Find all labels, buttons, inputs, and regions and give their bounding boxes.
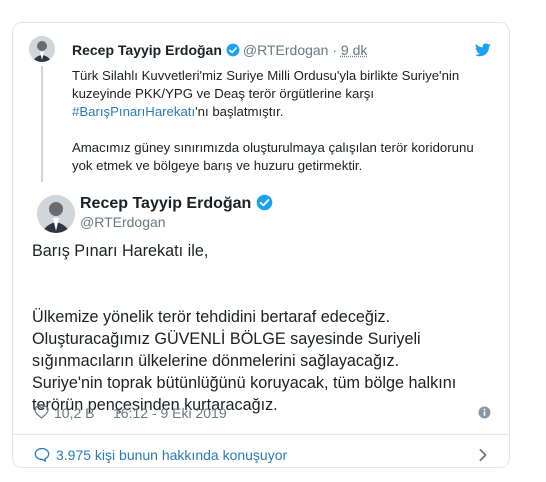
conversation-link[interactable]: 3.975 kişi bunun hakkında konuşuyor xyxy=(34,446,494,464)
quoted-header: Recep Tayyip Erdoğan @RTErdogan · 9 dk xyxy=(72,42,367,58)
author-name[interactable]: Recep Tayyip Erdoğan xyxy=(80,194,273,213)
quoted-text-segment: 'nı başlatmıştır. xyxy=(195,104,284,119)
tweet-line: Suriye'nin toprak bütünlüğünü koruyacak,… xyxy=(32,374,457,392)
quoted-time[interactable]: 9 dk xyxy=(341,42,367,58)
hashtag-link[interactable]: #BarışPınarıHarekatı xyxy=(72,104,195,119)
author-handle[interactable]: @RTErdogan xyxy=(80,214,166,230)
tweet-line: sığınmacıların ülkelerine dönmelerini sa… xyxy=(32,352,400,370)
quoted-tweet[interactable]: Recep Tayyip Erdoğan @RTErdogan · 9 dk Tü… xyxy=(29,32,499,182)
tweet-line: Oluşturacağımız GÜVENLİ BÖLGE sayesinde … xyxy=(32,330,421,348)
heart-icon[interactable] xyxy=(34,405,49,419)
tweet-line: Barış Pınarı Harekatı ile, xyxy=(32,242,209,260)
quoted-body: Türk Silahlı Kuvvetleri'miz Suriye Milli… xyxy=(72,67,492,193)
twitter-bird-icon[interactable] xyxy=(475,43,491,57)
quoted-handle[interactable]: @RTErdogan xyxy=(243,42,329,58)
conversation-text[interactable]: 3.975 kişi bunun hakkında konuşuyor xyxy=(56,447,287,463)
thread-line xyxy=(41,66,43,182)
like-count[interactable]: 10,2 B xyxy=(54,405,94,421)
chevron-right-icon[interactable] xyxy=(478,448,488,462)
quoted-text-segment: Türk Silahlı Kuvvetleri'miz Suriye Milli… xyxy=(72,68,460,101)
quoted-paragraph-2: Amacımız güney sınırımızda oluşturulmaya… xyxy=(72,140,474,173)
tweet-timestamp[interactable]: 16:12 - 9 Eki 2019 xyxy=(113,405,227,421)
separator-dot: · xyxy=(332,42,338,58)
verified-badge-icon xyxy=(257,194,273,211)
info-icon[interactable] xyxy=(478,406,491,419)
verified-badge-icon xyxy=(226,43,240,57)
quoted-avatar[interactable] xyxy=(29,36,55,62)
quoted-paragraph-1: Türk Silahlı Kuvvetleri'miz Suriye Milli… xyxy=(72,67,492,121)
author-avatar[interactable] xyxy=(37,195,75,233)
quoted-author-name[interactable]: Recep Tayyip Erdoğan xyxy=(72,42,222,58)
author-name-text[interactable]: Recep Tayyip Erdoğan xyxy=(80,195,251,212)
comment-bubble-icon xyxy=(34,447,50,462)
tweet-line: Ülkemize yönelik terör tehdidini bertara… xyxy=(32,308,391,326)
divider xyxy=(13,434,509,435)
tweet-meta: 10,2 B 16:12 - 9 Eki 2019 xyxy=(34,403,494,423)
tweet-body: Barış Pınarı Harekatı ile, Ülkemize yöne… xyxy=(32,240,492,416)
